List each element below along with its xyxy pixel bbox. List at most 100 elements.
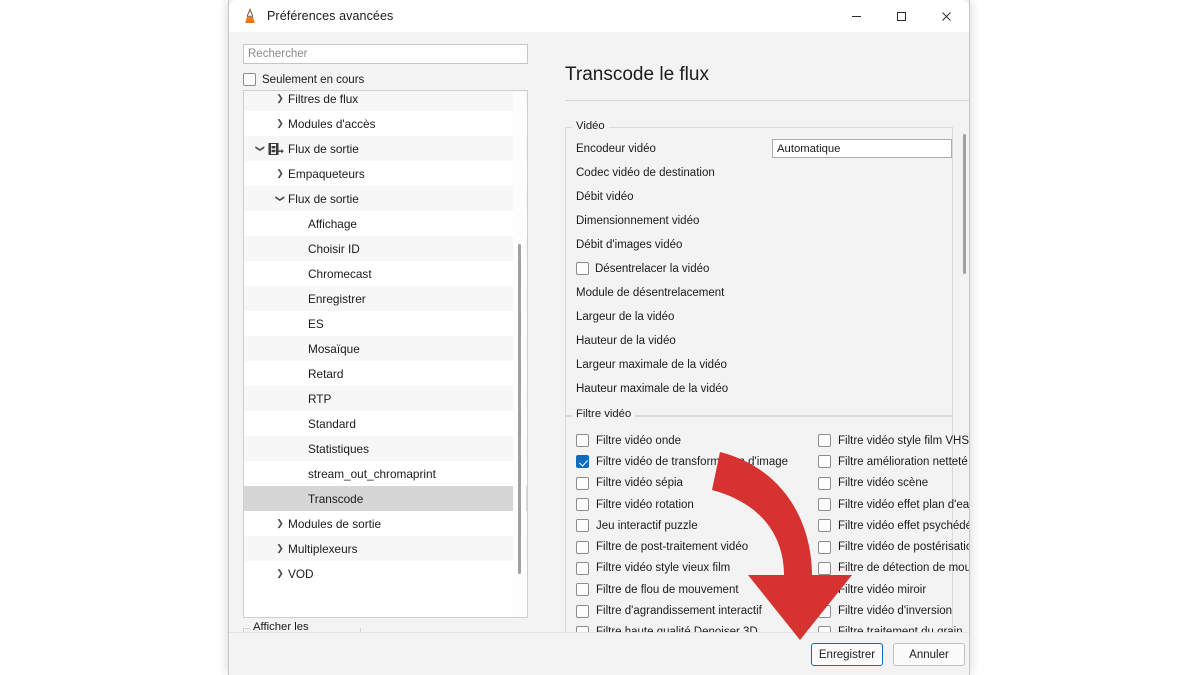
filter-checkbox[interactable] — [818, 540, 831, 554]
filter-checkbox-row[interactable]: Filtre vidéo de transformation d'image — [576, 451, 788, 472]
tree-item-affichage[interactable]: Affichage — [244, 211, 527, 236]
maximize-button[interactable] — [879, 0, 924, 32]
filter-checkbox-row[interactable]: Filtre de post-traitement vidéo — [576, 536, 788, 557]
chevron-right-icon[interactable]: ❯ — [272, 118, 288, 129]
screen-root: Préférences avancées Seulement en — [0, 0, 1200, 675]
tree-item-enregistrer[interactable]: Enregistrer — [244, 286, 527, 311]
tree-item-es[interactable]: ES — [244, 311, 527, 336]
tree-item-choisir-id[interactable]: Choisir ID — [244, 236, 527, 261]
tree-item-multiplexeurs[interactable]: ❯ Multiplexeurs — [244, 536, 527, 561]
filter-checkbox-row[interactable]: Filtre vidéo de postérisation — [818, 536, 969, 557]
tree-item-label: Affichage — [308, 216, 357, 231]
chevron-right-icon[interactable]: ❯ — [272, 168, 288, 179]
minimize-button[interactable] — [834, 0, 879, 32]
filter-checkbox-row[interactable]: Filtre vidéo d'inversion — [818, 600, 969, 621]
filter-checkbox-row[interactable]: Jeu interactif puzzle — [576, 515, 788, 536]
only-current-row[interactable]: Seulement en cours — [243, 73, 528, 86]
tree-item-stream-out-chromaprint[interactable]: stream_out_chromaprint — [244, 461, 527, 486]
filter-checkbox-row[interactable]: Filtre amélioration netteté — [818, 451, 969, 472]
twisty-placeholder — [292, 344, 308, 354]
preferences-tree[interactable]: ❯Démultiplexeurs❯Filtres de flux❯Modules… — [243, 90, 528, 618]
filter-label: Filtre vidéo d'inversion — [838, 605, 953, 618]
tree-item-transcode[interactable]: Transcode — [244, 486, 527, 511]
tree-scrollbar[interactable] — [513, 92, 526, 617]
tree-item-filtres-de-flux[interactable]: ❯ Filtres de flux — [244, 91, 527, 111]
filter-checkbox[interactable] — [576, 476, 589, 490]
tree-item-rtp[interactable]: RTP — [244, 386, 527, 411]
video-setting-label: Hauteur de la vidéo — [576, 334, 676, 347]
chevron-right-icon[interactable]: ❯ — [272, 568, 288, 579]
tree-item-label: Choisir ID — [308, 241, 360, 256]
tree-item-modules-de-sortie[interactable]: ❯ Modules de sortie — [244, 511, 527, 536]
filter-checkbox[interactable] — [576, 455, 589, 469]
chevron-right-icon[interactable]: ❯ — [272, 518, 288, 529]
tree-item-retard[interactable]: Retard — [244, 361, 527, 386]
tree-item-flux-de-sortie[interactable]: ❯ Flux de sortie — [244, 136, 527, 161]
filter-checkbox-row[interactable]: Filtre vidéo sépia — [576, 473, 788, 494]
vlc-cone-icon — [241, 7, 259, 25]
panel-scrollbar-thumb[interactable] — [963, 134, 966, 274]
filter-checkbox-row[interactable]: Filtre vidéo rotation — [576, 494, 788, 515]
filter-checkbox[interactable] — [818, 519, 831, 533]
save-button[interactable]: Enregistrer — [811, 643, 883, 666]
chevron-down-icon[interactable]: ❯ — [255, 141, 266, 157]
search-input[interactable] — [243, 44, 528, 64]
only-current-checkbox[interactable] — [243, 73, 256, 86]
filter-checkbox[interactable] — [818, 561, 831, 575]
filter-checkbox[interactable] — [576, 434, 589, 448]
filter-checkbox[interactable] — [818, 498, 831, 512]
filter-checkbox-row[interactable]: Filtre d'agrandissement interactif — [576, 600, 788, 621]
filter-checkbox[interactable] — [818, 434, 831, 448]
tree-item-flux-de-sortie[interactable]: ❯ Flux de sortie — [244, 186, 527, 211]
tree-item-standard[interactable]: Standard — [244, 411, 527, 436]
tree-item-label: stream_out_chromaprint — [308, 466, 436, 481]
chevron-right-icon[interactable]: ❯ — [272, 93, 288, 104]
filter-checkbox-row[interactable]: Filtre de détection de mouvement — [818, 558, 969, 579]
stream-output-icon — [268, 142, 284, 156]
filter-checkbox-row[interactable]: Filtre vidéo miroir — [818, 579, 969, 600]
panel-scrollbar[interactable] — [959, 117, 969, 652]
twisty-placeholder — [292, 419, 308, 429]
filter-checkbox-row[interactable]: Filtre vidéo onde — [576, 430, 788, 451]
video-setting-row[interactable]: Désentrelacer la vidéo — [576, 260, 709, 277]
filter-checkbox[interactable] — [576, 604, 589, 618]
filter-label: Filtre vidéo style film VHS — [838, 434, 970, 447]
tree-item-chromecast[interactable]: Chromecast — [244, 261, 527, 286]
filter-label: Filtre vidéo onde — [596, 434, 682, 447]
filter-checkbox-row[interactable]: Filtre vidéo effet psychédélique — [818, 515, 969, 536]
filter-checkbox[interactable] — [818, 455, 831, 469]
filter-checkbox[interactable] — [818, 583, 831, 597]
video-encoder-field[interactable]: Automatique — [772, 139, 952, 158]
tree-item-modules-d-acc-s[interactable]: ❯ Modules d'accès — [244, 111, 527, 136]
filter-checkbox[interactable] — [576, 498, 589, 512]
left-column: Seulement en cours — [243, 44, 528, 86]
close-button[interactable] — [924, 0, 969, 32]
cancel-button[interactable]: Annuler — [893, 643, 965, 666]
filter-checkbox-row[interactable]: Filtre vidéo scène — [818, 473, 969, 494]
tree-item-vod[interactable]: ❯ VOD — [244, 561, 527, 586]
filter-checkbox[interactable] — [576, 561, 589, 575]
filter-checkbox[interactable] — [576, 519, 589, 533]
filter-column-left: Filtre vidéo onde Filtre vidéo de transfo… — [576, 430, 788, 643]
filter-checkbox[interactable] — [818, 476, 831, 490]
filter-checkbox-row[interactable]: Filtre vidéo style vieux film — [576, 558, 788, 579]
video-setting-row: Débit vidéo — [576, 188, 634, 205]
tree-item-label: Multiplexeurs — [288, 541, 358, 556]
filter-checkbox-row[interactable]: Filtre vidéo style film VHS — [818, 430, 970, 451]
tree-item-label: Chromecast — [308, 266, 372, 281]
filter-checkbox[interactable] — [818, 604, 831, 618]
video-setting-row: Hauteur de la vidéo — [576, 332, 676, 349]
tree-item-mosa-que[interactable]: Mosaïque — [244, 336, 527, 361]
tree-scrollbar-thumb[interactable] — [518, 244, 521, 574]
tree-item-label: Standard — [308, 416, 356, 431]
filter-checkbox[interactable] — [576, 583, 589, 597]
deinterlace-checkbox[interactable] — [576, 262, 589, 275]
filter-checkbox[interactable] — [576, 540, 589, 554]
chevron-down-icon[interactable]: ❯ — [275, 191, 286, 207]
filter-checkbox-row[interactable]: Filtre vidéo effet plan d'eau — [818, 494, 969, 515]
chevron-right-icon[interactable]: ❯ — [272, 543, 288, 554]
tree-item-empaqueteurs[interactable]: ❯ Empaqueteurs — [244, 161, 527, 186]
video-setting-label: Hauteur maximale de la vidéo — [576, 382, 729, 395]
filter-checkbox-row[interactable]: Filtre de flou de mouvement — [576, 579, 788, 600]
tree-item-statistiques[interactable]: Statistiques — [244, 436, 527, 461]
